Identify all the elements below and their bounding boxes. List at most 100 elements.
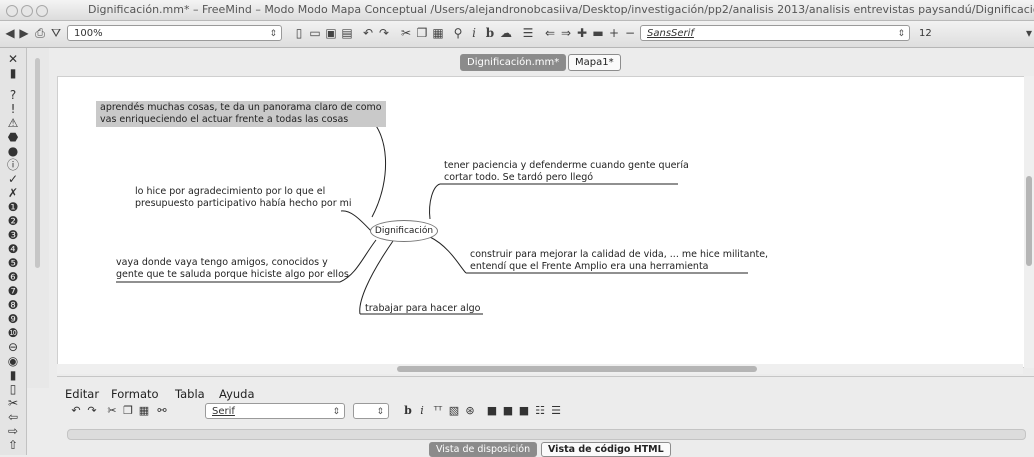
priority-4-icon[interactable]: ❹ bbox=[5, 242, 21, 256]
arrow-up-icon[interactable]: ⇧ bbox=[5, 438, 21, 452]
paste-icon[interactable]: ▦ bbox=[137, 404, 151, 418]
mindmap-node-vaya-donde[interactable]: vaya donde vaya tengo amigos, conocidos … bbox=[116, 257, 349, 281]
mindmap-node-trabajar[interactable]: trabajar para hacer algo bbox=[365, 303, 480, 315]
new-icon[interactable]: ▯ bbox=[291, 25, 307, 41]
italic-icon[interactable]: i bbox=[466, 25, 482, 41]
mindmap-node-construir[interactable]: construir para mejorar la calidad de vid… bbox=[470, 249, 768, 273]
exclamation-icon[interactable]: ! bbox=[5, 102, 21, 116]
shrink-icon[interactable]: ▬ bbox=[590, 25, 606, 41]
undo-icon[interactable]: ↶ bbox=[69, 404, 83, 418]
cloud-icon[interactable]: ☁ bbox=[498, 25, 514, 41]
print-icon[interactable]: ⎙ bbox=[32, 25, 48, 41]
paste-icon[interactable]: ▦ bbox=[430, 25, 446, 41]
redo-icon[interactable]: ↷ bbox=[376, 25, 392, 41]
cut-icon[interactable]: ✂ bbox=[105, 404, 119, 418]
priority-2-icon[interactable]: ❷ bbox=[5, 214, 21, 228]
ordered-list-icon[interactable]: ☷ bbox=[533, 404, 547, 418]
battery-icon[interactable]: ▮ bbox=[5, 368, 21, 382]
menu-formato[interactable]: Formato bbox=[111, 387, 159, 401]
mindmap-node-tener-paciencia[interactable]: tener paciencia y defenderme cuando gent… bbox=[444, 160, 689, 184]
align-left-icon[interactable]: ■ bbox=[485, 404, 499, 418]
undo-icon[interactable]: ↶ bbox=[360, 25, 376, 41]
expand-icon[interactable]: ✚ bbox=[574, 25, 590, 41]
chevron-down-icon[interactable]: ▾ bbox=[1024, 25, 1034, 41]
minimize-window-button[interactable] bbox=[21, 5, 33, 17]
font-size-icon[interactable]: ᵀᵀ bbox=[431, 404, 445, 418]
cut-icon[interactable]: ✂ bbox=[398, 25, 414, 41]
ok-icon[interactable]: ✓ bbox=[5, 172, 21, 186]
bold-icon[interactable]: b bbox=[482, 25, 498, 41]
unfold-icon[interactable]: ⇒ bbox=[558, 25, 574, 41]
mindmap-node-aprendes[interactable]: aprendés muchas cosas, te da un panorama… bbox=[96, 101, 386, 127]
arrow-left-icon[interactable]: ⇦ bbox=[5, 410, 21, 424]
priority-5-icon[interactable]: ❺ bbox=[5, 256, 21, 270]
tab-dignificacion[interactable]: Dignificación.mm* bbox=[460, 54, 567, 71]
text-color-icon[interactable]: ▧ bbox=[447, 404, 461, 418]
mindmap-canvas[interactable]: aprendés muchas cosas, te da un panorama… bbox=[57, 76, 1025, 368]
canvas-vertical-scrollbar[interactable] bbox=[1024, 76, 1034, 368]
font-family-select[interactable]: SansSerif ⇕ bbox=[640, 25, 910, 41]
unordered-list-icon[interactable]: ☰ bbox=[549, 404, 563, 418]
menu-ayuda[interactable]: Ayuda bbox=[219, 387, 255, 401]
mindmap-root-node[interactable]: Dignificación bbox=[370, 220, 438, 242]
copy-icon[interactable]: ❐ bbox=[414, 25, 430, 41]
editor-size-select[interactable]: ⇕ bbox=[353, 403, 389, 419]
scrollbar-thumb[interactable] bbox=[1026, 176, 1032, 266]
menu-editar[interactable]: Editar bbox=[65, 387, 99, 401]
fold-icon[interactable]: ⇐ bbox=[542, 25, 558, 41]
zoom-window-button[interactable] bbox=[36, 5, 48, 17]
close-window-button[interactable] bbox=[6, 5, 18, 17]
close-icon[interactable]: ✕ bbox=[5, 52, 21, 66]
redo-icon[interactable]: ↷ bbox=[85, 404, 99, 418]
priority-10-icon[interactable]: ❿ bbox=[5, 326, 21, 340]
priority-6-icon[interactable]: ❻ bbox=[5, 270, 21, 284]
forward-icon[interactable]: ▶ bbox=[16, 25, 32, 41]
palette-splitter[interactable] bbox=[27, 48, 49, 388]
open-icon[interactable]: ▭ bbox=[307, 25, 323, 41]
zoom-value: 100% bbox=[74, 28, 103, 39]
italic-button[interactable]: i bbox=[415, 404, 429, 418]
save-icon[interactable]: ▣ bbox=[323, 25, 339, 41]
menu-tabla[interactable]: Tabla bbox=[175, 387, 205, 401]
stop-icon[interactable]: ⬣ bbox=[5, 130, 21, 144]
window-title: Dignificación.mm* – FreeMind – Modo Modo… bbox=[88, 3, 1034, 16]
priority-3-icon[interactable]: ❸ bbox=[5, 228, 21, 242]
warning-icon[interactable]: ⚠ bbox=[5, 116, 21, 130]
remove-icons-icon[interactable]: ▮ bbox=[5, 66, 21, 80]
question-icon[interactable]: ? bbox=[5, 88, 21, 102]
scrollbar-thumb[interactable] bbox=[397, 366, 757, 372]
cut-icon[interactable]: ✂ bbox=[5, 396, 21, 410]
font-size-select[interactable]: 12 bbox=[912, 25, 1022, 41]
align-center-icon[interactable]: ■ bbox=[501, 404, 515, 418]
priority-9-icon[interactable]: ❾ bbox=[5, 312, 21, 326]
note-text-area[interactable] bbox=[67, 429, 1026, 440]
clipboard-icon[interactable]: ▯ bbox=[5, 382, 21, 396]
binoculars-icon[interactable]: ⚯ bbox=[155, 404, 169, 418]
mindmap-node-lo-hice[interactable]: lo hice por agradecimiento por lo que el… bbox=[135, 186, 352, 210]
idea-icon[interactable]: ● bbox=[5, 144, 21, 158]
editor-font-select[interactable]: Serif ⇕ bbox=[205, 403, 345, 419]
decrease-icon[interactable]: − bbox=[622, 25, 638, 41]
priority-1-icon[interactable]: ❶ bbox=[5, 200, 21, 214]
bookmark-icon[interactable]: ⊖ bbox=[5, 340, 21, 354]
priority-8-icon[interactable]: ❽ bbox=[5, 298, 21, 312]
edge-n2 bbox=[340, 210, 373, 233]
edge-icon[interactable]: ☰ bbox=[520, 25, 536, 41]
zoom-select[interactable]: 100% ⇕ bbox=[67, 25, 282, 41]
canvas-horizontal-scrollbar[interactable] bbox=[57, 364, 1023, 374]
increase-icon[interactable]: + bbox=[606, 25, 622, 41]
tab-mapa1[interactable]: Mapa1* bbox=[568, 54, 621, 71]
save-as-icon[interactable]: ▤ bbox=[339, 25, 355, 41]
align-right-icon[interactable]: ■ bbox=[517, 404, 531, 418]
record-icon[interactable]: ◉ bbox=[5, 354, 21, 368]
info-icon[interactable]: ⓘ bbox=[5, 158, 21, 172]
insert-link-icon[interactable]: ⊛ bbox=[463, 404, 477, 418]
arrow-right-icon[interactable]: ⇨ bbox=[5, 424, 21, 438]
filter-icon[interactable]: ⛛ bbox=[48, 25, 64, 41]
copy-icon[interactable]: ❐ bbox=[121, 404, 135, 418]
find-icon[interactable]: ⚲ bbox=[450, 25, 466, 41]
bold-button[interactable]: b bbox=[401, 404, 415, 418]
cancel-icon[interactable]: ✗ bbox=[5, 186, 21, 200]
splitter-handle[interactable] bbox=[35, 58, 40, 268]
priority-7-icon[interactable]: ❼ bbox=[5, 284, 21, 298]
